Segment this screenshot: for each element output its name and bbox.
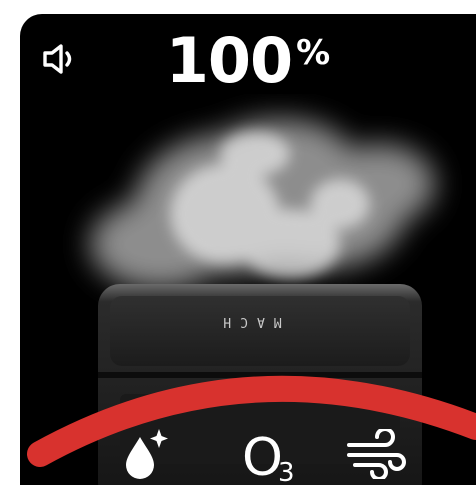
ozone-label-main: O (242, 428, 283, 483)
battery-unit: % (296, 33, 331, 73)
wind-icon[interactable] (345, 429, 407, 479)
battery-percentage: 100% (20, 24, 476, 97)
device-brand-label: MACH (214, 314, 282, 329)
ozone-label-sub: 3 (278, 458, 295, 483)
battery-value: 100 (165, 24, 293, 97)
ozone-icon[interactable]: O 3 (240, 425, 304, 483)
device-screen: 100% MACH O 3 (20, 14, 476, 485)
water-drop-sparkle-icon[interactable] (123, 427, 169, 479)
